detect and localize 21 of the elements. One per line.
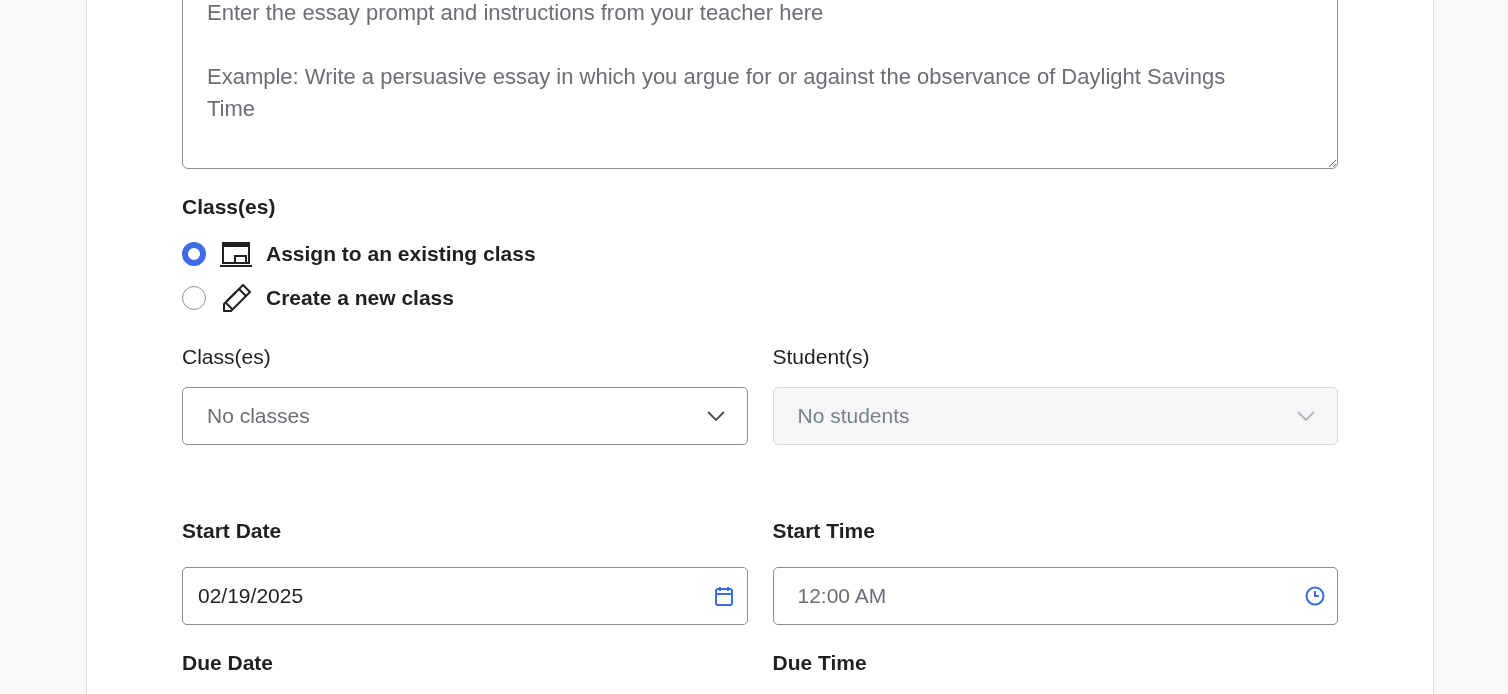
option-label[interactable]: Assign to an existing class — [266, 241, 536, 267]
section-label: Class(es) — [182, 194, 276, 220]
chevron-down-icon — [706, 411, 725, 421]
class-select[interactable]: No classes — [182, 387, 748, 445]
field-label: Start Date — [182, 518, 282, 544]
time-field[interactable]: 12:00 AM — [772, 567, 1338, 625]
field-label: Due Time — [772, 650, 867, 676]
radio-button[interactable] — [182, 242, 206, 266]
field-label: Class(es) — [182, 344, 271, 370]
option-label[interactable]: Create a new class — [266, 285, 454, 311]
clock-icon — [1305, 586, 1325, 606]
calendar-icon — [713, 586, 734, 606]
field-label: Student(s) — [772, 344, 870, 370]
field-label: Start Time — [772, 518, 875, 544]
whiteboard-icon — [220, 241, 252, 267]
essay-prompt-field[interactable]: Enter the essay prompt and instructions from your teacher here Example: Write a persuasive essay in which you argue for or against the observance of Daylight Savings Time — [182, 0, 1338, 169]
date-field[interactable]: 02/19/2025 — [182, 567, 748, 625]
pencil-icon — [220, 283, 252, 313]
radio-button[interactable] — [182, 286, 206, 310]
field-label: Due Date — [182, 650, 274, 676]
chevron-down-icon — [1297, 411, 1315, 421]
